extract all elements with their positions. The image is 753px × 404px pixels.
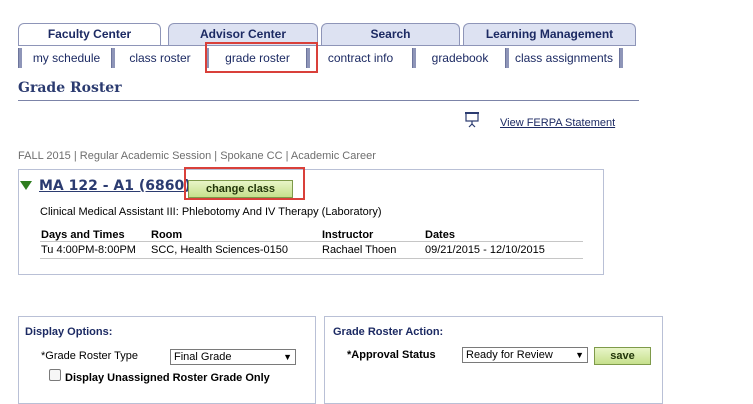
unassigned-only-label: Display Unassigned Roster Grade Only [65, 372, 270, 384]
tab-learning-management[interactable]: Learning Management [463, 23, 636, 45]
roster-type-label: *Grade Roster Type [41, 350, 139, 362]
save-button[interactable]: save [594, 347, 651, 365]
roster-type-value: Final Grade [174, 351, 232, 363]
cell-room: SCC, Health Sciences-0150 [151, 244, 288, 256]
ferpa-statement-link[interactable]: View FERPA Statement [500, 117, 615, 129]
subtab-divider [412, 48, 416, 68]
tab-baseline [18, 45, 636, 46]
header-dates: Dates [425, 229, 455, 241]
cell-days-times: Tu 4:00PM-8:00PM [41, 244, 136, 256]
highlight-change-class [184, 167, 305, 200]
subtab-contract-info[interactable]: contract info [311, 48, 410, 68]
subtab-class-assignments[interactable]: class assignments [510, 48, 618, 68]
page-title: Grade Roster [18, 80, 122, 96]
presentation-icon[interactable] [465, 112, 479, 128]
grid-divider [40, 258, 583, 259]
cell-dates: 09/21/2015 - 12/10/2015 [425, 244, 545, 256]
subtab-divider [505, 48, 509, 68]
tab-search[interactable]: Search [321, 23, 460, 45]
subtab-divider [619, 48, 623, 68]
header-days-times: Days and Times [41, 229, 125, 241]
roster-action-title: Grade Roster Action: [333, 326, 444, 338]
subtab-class-roster[interactable]: class roster [116, 48, 204, 68]
dropdown-arrow-icon: ▼ [575, 350, 584, 360]
dropdown-arrow-icon: ▼ [283, 352, 292, 362]
header-room: Room [151, 229, 183, 241]
collapse-triangle-icon[interactable] [20, 181, 32, 190]
approval-status-select[interactable]: Ready for Review ▼ [462, 347, 588, 363]
display-options-title: Display Options: [25, 326, 113, 338]
term-info: FALL 2015 | Regular Academic Session | S… [18, 150, 376, 162]
tab-faculty-center[interactable]: Faculty Center [18, 23, 161, 46]
subtab-gradebook[interactable]: gradebook [417, 48, 503, 68]
roster-type-select[interactable]: Final Grade ▼ [170, 349, 296, 365]
highlight-grade-roster [205, 42, 318, 73]
cell-instructor: Rachael Thoen [322, 244, 397, 256]
subtab-divider [111, 48, 115, 68]
approval-status-label: *Approval Status [347, 349, 436, 361]
approval-status-value: Ready for Review [466, 349, 553, 361]
subtab-my-schedule[interactable]: my schedule [23, 48, 110, 68]
grid-divider [40, 241, 583, 242]
subtab-divider [18, 48, 22, 68]
class-description: Clinical Medical Assistant III: Phleboto… [40, 206, 382, 218]
title-divider [18, 100, 639, 101]
unassigned-only-checkbox[interactable] [49, 369, 61, 381]
class-title-link[interactable]: MA 122 - A1 (6860) [39, 178, 191, 194]
header-instructor: Instructor [322, 229, 374, 241]
